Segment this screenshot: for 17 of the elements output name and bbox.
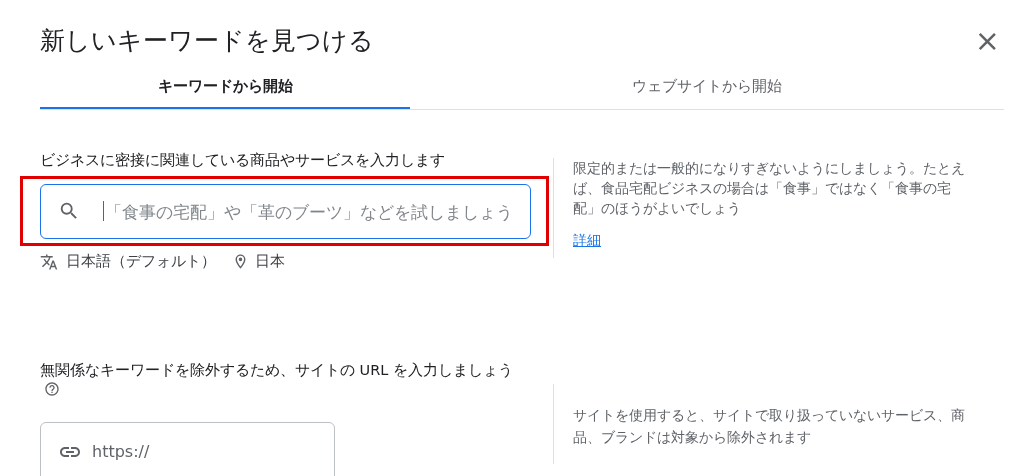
search-field[interactable]: 「食事の宅配」や「革のブーツ」などを試しましょう xyxy=(40,184,531,239)
translate-icon xyxy=(40,252,58,271)
location-label[interactable]: 日本 xyxy=(255,251,285,273)
url-field[interactable]: https:// xyxy=(40,421,335,476)
help-text: 限定的または一般的になりすぎないようにしましょう。たとえば、食品宅配ビジネスの場合は「食事」ではなく「食事の宅配」のほうがよいでしょう xyxy=(573,159,965,218)
tab[interactable]: キーワードから開始 xyxy=(40,66,410,109)
field-label: 無関係なキーワードを除外するため、サイトの URL を入力しましょう xyxy=(40,361,513,378)
details-link[interactable]: 詳細 xyxy=(573,230,601,251)
help-icon[interactable] xyxy=(44,380,60,397)
language-label[interactable]: 日本語（デフォルト） xyxy=(66,251,216,273)
search-icon xyxy=(58,200,80,222)
dialog-title: 新しいキーワードを見つける xyxy=(40,25,374,58)
tab[interactable]: ウェブサイトから開始 xyxy=(410,66,1004,109)
help-text: サイトを使用すると、サイトで取り扱っていないサービス、商品、ブランドは対象から除外されます xyxy=(573,405,966,447)
field-label: ビジネスに密接に関連している商品やサービスを入力します xyxy=(40,151,446,170)
text-cursor xyxy=(103,201,104,221)
close-button[interactable]: × xyxy=(970,26,1004,56)
